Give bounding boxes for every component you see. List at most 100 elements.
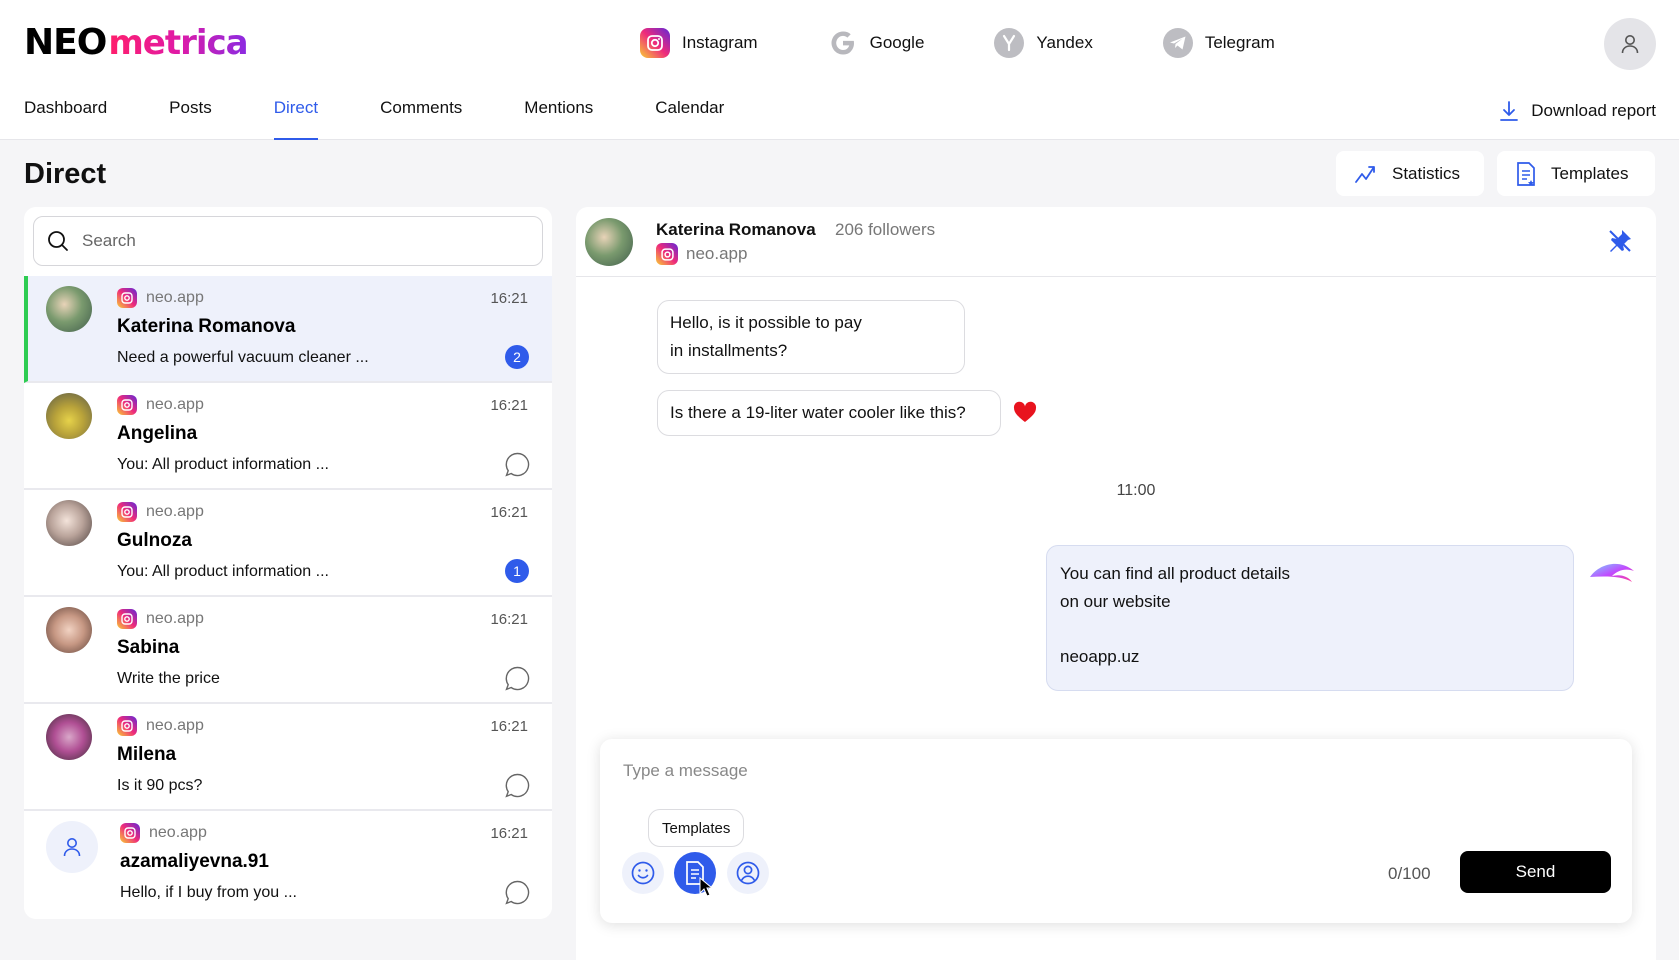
page-title: Direct bbox=[24, 158, 107, 190]
download-report-label: Download report bbox=[1531, 101, 1656, 120]
user-icon bbox=[1621, 35, 1639, 54]
avatar[interactable] bbox=[585, 218, 633, 266]
chat-name: Angelina bbox=[117, 423, 198, 444]
user-tag-button[interactable] bbox=[727, 852, 769, 894]
platform-switcher: Instagram Google Yandex Telegram bbox=[640, 26, 1345, 60]
logo-metrica-text: metrica bbox=[108, 23, 248, 63]
download-icon bbox=[1500, 101, 1519, 121]
telegram-icon bbox=[1162, 28, 1193, 58]
chat-source-label: neo.app bbox=[146, 396, 204, 413]
header: NEO metrica Instagram Google Yandex Tele… bbox=[0, 0, 1679, 140]
chat-list: neo.app 16:21 Katerina Romanova Need a p… bbox=[24, 276, 552, 918]
platform-google[interactable]: Google bbox=[828, 26, 925, 60]
message-input[interactable] bbox=[623, 761, 1323, 781]
pin-icon[interactable] bbox=[1606, 227, 1634, 255]
avatar bbox=[46, 821, 98, 873]
chat-name: Milena bbox=[117, 744, 177, 765]
chat-source: neo.app bbox=[120, 823, 207, 843]
chat-preview: Hello, if I buy from you ... bbox=[120, 884, 297, 901]
tab-mentions[interactable]: Mentions bbox=[524, 98, 593, 140]
templates-tooltip: Templates bbox=[648, 809, 745, 847]
tab-posts[interactable]: Posts bbox=[169, 98, 212, 140]
conversation-source: neo.app bbox=[656, 243, 747, 265]
platform-instagram-label: Instagram bbox=[682, 33, 758, 52]
chat-preview: Need a powerful vacuum cleaner ... bbox=[117, 349, 369, 366]
platform-yandex[interactable]: Yandex bbox=[994, 26, 1093, 60]
tab-comments[interactable]: Comments bbox=[380, 98, 462, 140]
chat-item[interactable]: neo.app 16:21 Sabina Write the price bbox=[24, 597, 552, 704]
platform-telegram[interactable]: Telegram bbox=[1162, 26, 1275, 60]
chat-name: azamaliyevna.91 bbox=[120, 851, 269, 872]
chat-item[interactable]: neo.app 16:21 Gulnoza You: All product i… bbox=[24, 490, 552, 597]
chat-name: Gulnoza bbox=[117, 530, 192, 551]
statistics-icon bbox=[1355, 165, 1375, 183]
user-icon bbox=[63, 838, 81, 857]
heart-reaction-icon bbox=[1013, 401, 1037, 422]
chat-name: Katerina Romanova bbox=[117, 316, 296, 337]
search-input[interactable] bbox=[82, 231, 522, 251]
tab-calendar[interactable]: Calendar bbox=[655, 98, 724, 140]
conversation-panel: Katerina Romanova 206 followers neo.app … bbox=[576, 207, 1656, 960]
chat-preview: You: All product information ... bbox=[117, 456, 329, 473]
search-box[interactable] bbox=[33, 216, 543, 266]
chat-source-label: neo.app bbox=[146, 503, 204, 520]
chat-list-panel: neo.app 16:21 Katerina Romanova Need a p… bbox=[24, 207, 552, 919]
brand-bot-icon bbox=[1590, 563, 1634, 582]
tab-direct[interactable]: Direct bbox=[273, 98, 319, 140]
tab-dashboard[interactable]: Dashboard bbox=[24, 98, 107, 140]
logo[interactable]: NEO metrica bbox=[24, 23, 249, 63]
emoji-icon bbox=[631, 861, 655, 885]
chat-name: Sabina bbox=[117, 637, 180, 658]
search-icon bbox=[48, 231, 68, 251]
contact-name: Katerina Romanova bbox=[656, 220, 816, 239]
platform-instagram[interactable]: Instagram bbox=[640, 26, 758, 60]
unread-badge: 1 bbox=[505, 559, 529, 583]
templates-button[interactable]: Templates bbox=[1497, 151, 1655, 196]
chat-time: 16:21 bbox=[490, 290, 528, 307]
instagram-icon bbox=[117, 609, 137, 629]
message-line: on our website bbox=[1060, 592, 1171, 611]
chat-source-label: neo.app bbox=[146, 717, 204, 734]
instagram-icon bbox=[117, 395, 137, 415]
cursor-pointer-icon bbox=[699, 877, 713, 897]
conversation-source-label: neo.app bbox=[686, 244, 748, 263]
chat-source: neo.app bbox=[117, 609, 204, 629]
emoji-button[interactable] bbox=[622, 852, 664, 894]
chat-time: 16:21 bbox=[490, 718, 528, 735]
user-circle-icon bbox=[736, 861, 760, 885]
statistics-button[interactable]: Statistics bbox=[1336, 151, 1484, 196]
chat-item[interactable]: neo.app 16:21 Katerina Romanova Need a p… bbox=[24, 276, 552, 383]
chat-bubble-icon bbox=[505, 773, 530, 798]
instagram-icon bbox=[640, 28, 670, 58]
chat-source: neo.app bbox=[117, 502, 204, 522]
message-line: in installments? bbox=[670, 341, 788, 360]
chat-time: 16:21 bbox=[490, 504, 528, 521]
chat-source-label: neo.app bbox=[146, 610, 204, 627]
avatar bbox=[46, 500, 92, 546]
chat-preview: Write the price bbox=[117, 670, 220, 687]
message-line: Is there a 19-liter water cooler like th… bbox=[670, 403, 966, 422]
chat-bubble-icon bbox=[505, 452, 530, 477]
instagram-icon bbox=[117, 288, 137, 308]
platform-google-label: Google bbox=[869, 33, 925, 52]
chat-source-label: neo.app bbox=[146, 289, 204, 306]
chat-bubble-icon bbox=[505, 666, 530, 691]
avatar bbox=[46, 393, 92, 439]
instagram-icon bbox=[117, 716, 137, 736]
send-button[interactable]: Send bbox=[1460, 851, 1611, 893]
message-line: Hello, is it possible to pay bbox=[670, 313, 862, 332]
chat-item[interactable]: neo.app 16:21 Milena Is it 90 pcs? bbox=[24, 704, 552, 811]
chat-item[interactable]: neo.app 16:21 azamaliyevna.91 Hello, if … bbox=[24, 811, 552, 918]
chat-item[interactable]: neo.app 16:21 Angelina You: All product … bbox=[24, 383, 552, 490]
incoming-message: Is there a 19-liter water cooler like th… bbox=[657, 390, 1001, 436]
download-report-button[interactable]: Download report bbox=[1499, 100, 1656, 122]
instagram-icon bbox=[120, 823, 140, 843]
time-divider: 11:00 bbox=[1116, 482, 1156, 499]
unread-badge: 2 bbox=[505, 345, 529, 369]
user-avatar-button[interactable] bbox=[1604, 18, 1656, 70]
yandex-icon bbox=[994, 28, 1025, 58]
platform-telegram-label: Telegram bbox=[1204, 33, 1275, 52]
instagram-icon bbox=[117, 502, 137, 522]
main-nav: Dashboard Posts Direct Comments Mentions… bbox=[24, 98, 786, 140]
message-link[interactable]: neoapp.uz bbox=[1060, 643, 1560, 671]
